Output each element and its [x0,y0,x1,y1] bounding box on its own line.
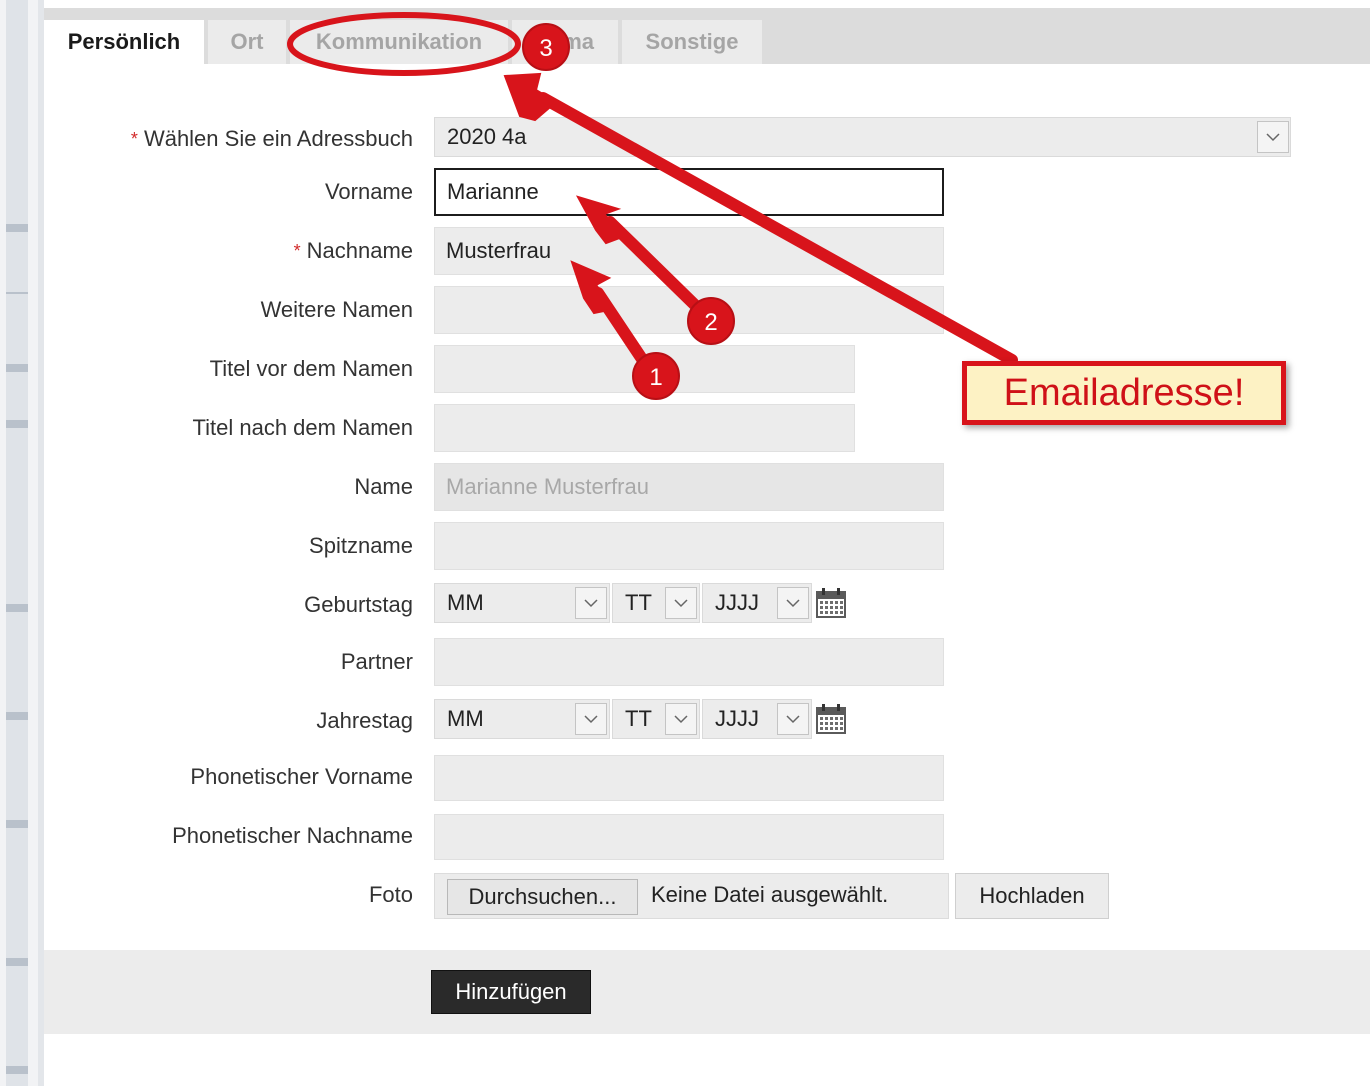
chevron-down-icon[interactable] [777,703,809,735]
chevron-down-icon[interactable] [777,587,809,619]
chevron-down-icon[interactable] [665,587,697,619]
tab-ort[interactable]: Ort [208,20,286,64]
required-mark: * [130,129,138,149]
spitzname-input[interactable] [434,522,944,570]
weitere-namen-label: Weitere Namen [260,297,413,322]
addressbook-label: * Wählen Sie ein Adressbuch [131,125,413,153]
sidebar-marker [6,224,28,232]
name-display: Marianne Musterfrau [434,463,944,511]
nachname-label: * Nachname [294,237,413,265]
sidebar-marker [6,958,28,966]
tab-ma[interactable]: ma [512,20,618,64]
sidebar-marker [6,604,28,612]
addressbook-label-text: Wählen Sie ein Adressbuch [143,126,413,151]
sidebar-edge [38,0,44,1086]
nachname-input[interactable]: Musterfrau [434,227,944,275]
weitere-namen-input[interactable] [434,286,944,334]
sidebar-marker [6,820,28,828]
jahrestag-day-select[interactable]: TT [612,699,700,739]
phon-vorname-label: Phonetischer Vorname [190,764,413,789]
titel-nach-input[interactable] [434,404,855,452]
jahrestag-label: Jahrestag [316,708,413,733]
vorname-input[interactable]: Marianne [434,168,944,216]
chevron-down-icon[interactable] [575,703,607,735]
phon-nachname-input[interactable] [434,814,944,860]
jahrestag-year-select[interactable]: JJJJ [702,699,812,739]
phon-nachname-label: Phonetischer Nachname [172,823,413,848]
sidebar-marker [6,364,28,372]
tab-kommunikation[interactable]: Kommunikation [290,20,508,64]
geburtstag-month-select[interactable]: MM [434,583,610,623]
sidebar-marker [6,712,28,720]
browse-button[interactable]: Durchsuchen... [447,879,638,915]
jahrestag-month-value: MM [447,706,484,731]
addressbook-select[interactable]: 2020 4a [434,117,1291,157]
add-button[interactable]: Hinzufügen [431,970,591,1014]
no-file-text: Keine Datei ausgewählt. [651,882,889,907]
vorname-label: Vorname [324,179,413,204]
geburtstag-day-select[interactable]: TT [612,583,700,623]
jahrestag-month-select[interactable]: MM [434,699,610,739]
titel-vor-label: Titel vor dem Namen [209,356,413,381]
nachname-label-text: Nachname [306,238,413,263]
sidebar-marker [6,1066,28,1074]
sidebar-marker [6,420,28,428]
geburtstag-year-select[interactable]: JJJJ [702,583,812,623]
calendar-icon[interactable] [815,587,847,619]
geburtstag-label: Geburtstag [304,592,413,617]
calendar-icon[interactable] [815,703,847,735]
phon-vorname-input[interactable] [434,755,944,801]
geburtstag-day-value: TT [625,590,652,615]
partner-label: Partner [340,649,413,674]
upload-button[interactable]: Hochladen [955,873,1109,919]
tab-sonstige[interactable]: Sonstige [622,20,762,64]
titel-nach-label: Titel nach dem Namen [192,415,413,440]
jahrestag-day-value: TT [625,706,652,731]
chevron-down-icon[interactable] [575,587,607,619]
addressbook-value: 2020 4a [447,124,527,149]
jahrestag-year-value: JJJJ [715,706,759,731]
email-callout: Emailadresse! [962,361,1286,425]
sidebar-rail [6,0,28,1086]
tab-persoenlich[interactable]: Persönlich [44,20,204,64]
name-label: Name [354,474,413,499]
chevron-down-icon[interactable] [665,703,697,735]
left-sidebar-strip [0,0,44,1086]
required-mark: * [293,241,301,261]
titel-vor-input[interactable] [434,345,855,393]
geburtstag-month-value: MM [447,590,484,615]
partner-input[interactable] [434,638,944,686]
chevron-down-icon[interactable] [1257,121,1289,153]
foto-label: Foto [368,882,413,907]
sidebar-marker [6,292,28,294]
spitzname-label: Spitzname [309,533,413,558]
geburtstag-year-value: JJJJ [715,590,759,615]
file-input[interactable]: Durchsuchen... Keine Datei ausgewählt. [434,873,949,919]
form-footer [44,950,1370,1034]
